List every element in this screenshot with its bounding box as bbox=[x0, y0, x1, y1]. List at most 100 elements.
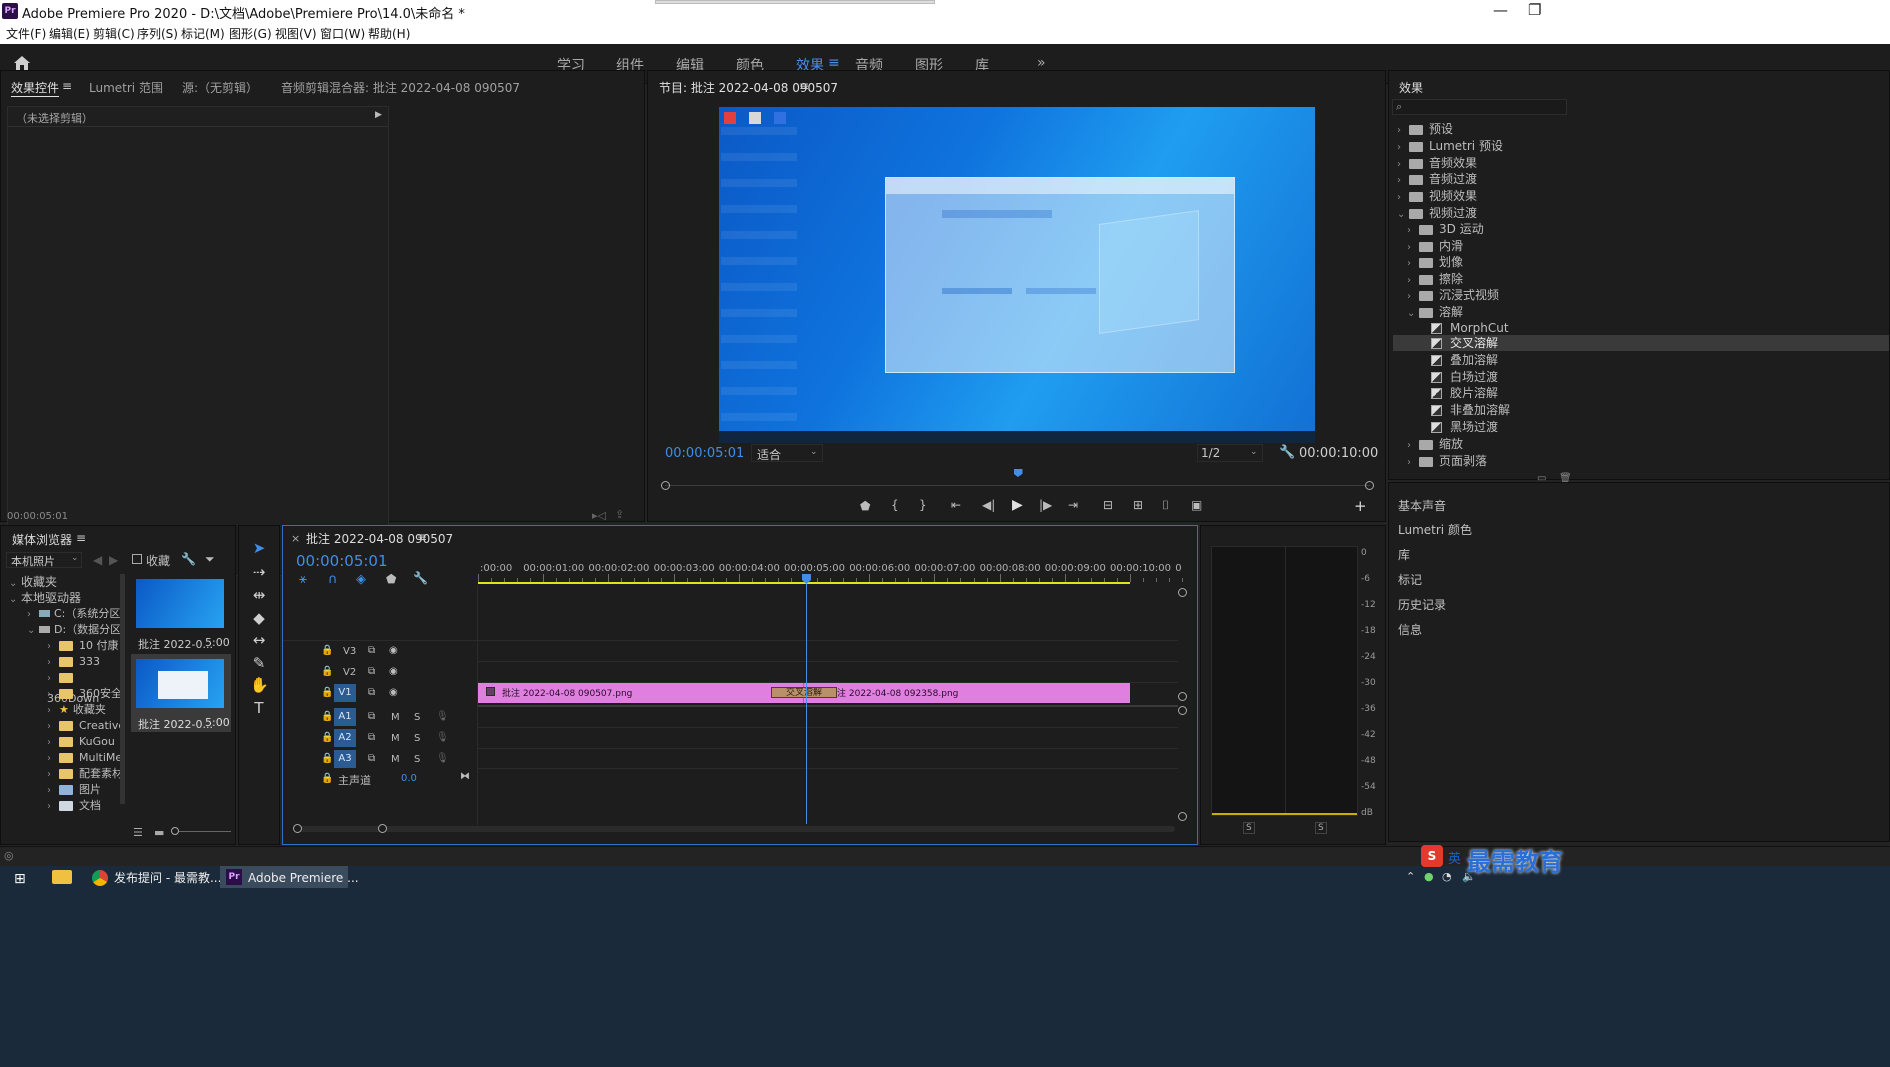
camera-icon[interactable]: ⌷ bbox=[1162, 498, 1169, 513]
lift-icon[interactable]: ⊟ bbox=[1103, 498, 1113, 512]
network-icon[interactable]: ◔ bbox=[1442, 870, 1452, 883]
icon-view-icon[interactable]: ▬ bbox=[154, 826, 164, 839]
add-marker-icon[interactable]: ⬟ bbox=[386, 572, 396, 586]
transition-folder-page-peel[interactable]: › 页面剥落 bbox=[1407, 451, 1487, 471]
selection-tool-icon[interactable]: ➤ bbox=[250, 539, 268, 557]
add-marker-icon[interactable]: ⬟ bbox=[860, 499, 870, 513]
zoom-slider-handle[interactable] bbox=[171, 827, 179, 835]
export-icon[interactable]: ⇪ bbox=[615, 508, 624, 521]
vscroll-handle[interactable] bbox=[1178, 692, 1187, 701]
eye-icon[interactable]: ◉ bbox=[389, 687, 398, 698]
eye-icon[interactable]: ◉ bbox=[389, 666, 398, 677]
extract-icon[interactable]: ⊞ bbox=[1133, 498, 1143, 512]
panel-essential-sound[interactable]: 基本声音 bbox=[1398, 497, 1446, 514]
lock-icon[interactable]: 🔒 bbox=[321, 773, 333, 784]
wrench-icon[interactable]: 🔧 bbox=[181, 552, 196, 566]
vscroll-handle[interactable] bbox=[1178, 706, 1187, 715]
media-thumb[interactable]: 批注 2022-0... 5:00 bbox=[131, 654, 231, 732]
play-icon[interactable]: ▶ bbox=[1012, 497, 1023, 513]
scrubber-start-handle[interactable] bbox=[661, 481, 670, 490]
timeline-settings-icon[interactable]: 🔧 bbox=[413, 571, 428, 585]
media-thumb[interactable]: 批注 2022-0... 5:00 bbox=[131, 574, 231, 652]
close-tab-icon[interactable]: × bbox=[291, 532, 300, 545]
solo-button[interactable]: S bbox=[414, 733, 420, 744]
vscroll-handle[interactable] bbox=[1178, 812, 1187, 821]
compare-icon[interactable]: ▣ bbox=[1191, 498, 1202, 512]
zoom-select[interactable]: 适合 ⌄ bbox=[751, 444, 823, 462]
panel-lumetri-color[interactable]: Lumetri 颜色 bbox=[1398, 521, 1472, 538]
transition-cross-dissolve[interactable]: 交叉溶解 bbox=[771, 687, 837, 698]
lock-icon[interactable]: 🔒 bbox=[321, 645, 333, 656]
mute-button[interactable]: M bbox=[391, 754, 400, 765]
mark-out-icon[interactable]: } bbox=[919, 498, 927, 512]
menu-clip[interactable]: 剪辑(C) bbox=[93, 25, 135, 42]
panel-info[interactable]: 信息 bbox=[1398, 621, 1422, 638]
panel-markers[interactable]: 标记 bbox=[1398, 571, 1422, 588]
sync-lock-icon[interactable]: ⧉ bbox=[368, 732, 375, 743]
location-select[interactable]: 本机照片 ⌄ bbox=[6, 552, 82, 568]
ripple-edit-tool-icon[interactable]: ⇹ bbox=[250, 586, 268, 604]
lock-icon[interactable]: 🔒 bbox=[321, 666, 333, 677]
tab-effect-controls[interactable]: 效果控件 bbox=[11, 79, 59, 96]
file-explorer-icon[interactable] bbox=[52, 870, 72, 884]
menu-sequence[interactable]: 序列(S) bbox=[137, 25, 178, 42]
solo-right-button[interactable]: S bbox=[1315, 822, 1327, 834]
nest-toggle-icon[interactable]: ⚹ bbox=[299, 572, 307, 587]
menu-marker[interactable]: 标记(M) bbox=[181, 25, 225, 42]
track-target-v1[interactable]: V1 bbox=[334, 684, 356, 702]
volume-icon[interactable]: 🔈 bbox=[1462, 870, 1476, 883]
ime-mode[interactable]: 英 bbox=[1448, 848, 1461, 867]
filter-icon[interactable]: ▸◁ bbox=[592, 509, 606, 522]
menu-graphics[interactable]: 图形(G) bbox=[229, 25, 272, 42]
slip-tool-icon[interactable]: ↔ bbox=[250, 631, 268, 649]
tab-audio-clip-mixer[interactable]: 音频剪辑混合器: 批注 2022-04-08 090507 bbox=[281, 79, 520, 96]
sync-lock-icon[interactable]: ⧉ bbox=[368, 645, 375, 656]
type-tool-icon[interactable]: T bbox=[250, 699, 268, 717]
taskbar-item-browser[interactable]: 发布提问 - 最需教... bbox=[114, 868, 221, 900]
sync-lock-icon[interactable]: ⧉ bbox=[368, 753, 375, 764]
tab-source[interactable]: 源:（无剪辑） bbox=[182, 79, 258, 96]
favorites-checkbox[interactable] bbox=[132, 554, 142, 564]
sync-lock-icon[interactable]: ⧉ bbox=[368, 666, 375, 677]
menu-view[interactable]: 视图(V) bbox=[275, 25, 317, 42]
workspace-effects-menu-icon[interactable]: ≡ bbox=[828, 55, 840, 71]
video-clip[interactable]: 批注 2022-04-08 092358.png bbox=[804, 683, 1130, 703]
video-clip[interactable]: 批注 2022-04-08 090507.png bbox=[478, 683, 804, 703]
menu-edit[interactable]: 编辑(E) bbox=[49, 25, 90, 42]
menu-window[interactable]: 窗口(W) bbox=[320, 25, 365, 42]
taskbar-item-premiere[interactable]: Adobe Premiere ... bbox=[248, 868, 359, 900]
go-to-in-icon[interactable]: ⇤ bbox=[951, 498, 961, 512]
sync-lock-icon[interactable]: ⧉ bbox=[368, 711, 375, 722]
snap-icon[interactable]: ∩ bbox=[328, 572, 338, 587]
chrome-icon[interactable] bbox=[92, 870, 108, 886]
minimize-icon[interactable]: — bbox=[1493, 1, 1508, 19]
work-area-bar[interactable] bbox=[478, 582, 1130, 584]
microphone-icon[interactable]: 🎙 bbox=[436, 732, 449, 743]
windows-start-icon[interactable]: ⊞ bbox=[14, 871, 26, 887]
panel-libraries[interactable]: 库 bbox=[1398, 546, 1410, 563]
hscroll-right-handle[interactable] bbox=[378, 824, 387, 833]
lock-icon[interactable]: 🔒 bbox=[321, 711, 333, 722]
mute-button[interactable]: M bbox=[391, 712, 400, 723]
eye-icon[interactable]: ◉ bbox=[389, 645, 398, 656]
solo-left-button[interactable]: S bbox=[1243, 822, 1255, 834]
razor-tool-icon[interactable]: ◆ bbox=[250, 609, 268, 627]
program-scrubber[interactable] bbox=[665, 485, 1370, 486]
mute-button[interactable]: M bbox=[391, 733, 400, 744]
back-arrow-icon[interactable]: ◀ bbox=[93, 553, 102, 567]
timeline-timecode[interactable]: 00:00:05:01 bbox=[296, 552, 388, 570]
sequence-tab[interactable]: 批注 2022-04-08 090507 bbox=[306, 530, 453, 547]
program-playhead[interactable] bbox=[1013, 469, 1023, 477]
more-workspaces-icon[interactable]: » bbox=[1037, 55, 1046, 71]
zoom-slider[interactable] bbox=[179, 831, 231, 832]
tree-scrollbar[interactable] bbox=[120, 574, 125, 804]
filter-icon[interactable]: ⏷ bbox=[205, 552, 215, 567]
timeline-menu-icon[interactable]: ≡ bbox=[417, 530, 427, 544]
media-browser-menu-icon[interactable]: ≡ bbox=[76, 531, 86, 545]
forward-arrow-icon[interactable]: ▶ bbox=[109, 553, 118, 567]
linked-selection-icon[interactable]: ◈ bbox=[356, 572, 366, 587]
menu-help[interactable]: 帮助(H) bbox=[368, 25, 410, 42]
hscroll-left-handle[interactable] bbox=[293, 824, 302, 833]
timeline-playhead-line[interactable] bbox=[805, 584, 807, 824]
master-volume[interactable]: 0.0 bbox=[401, 773, 417, 784]
